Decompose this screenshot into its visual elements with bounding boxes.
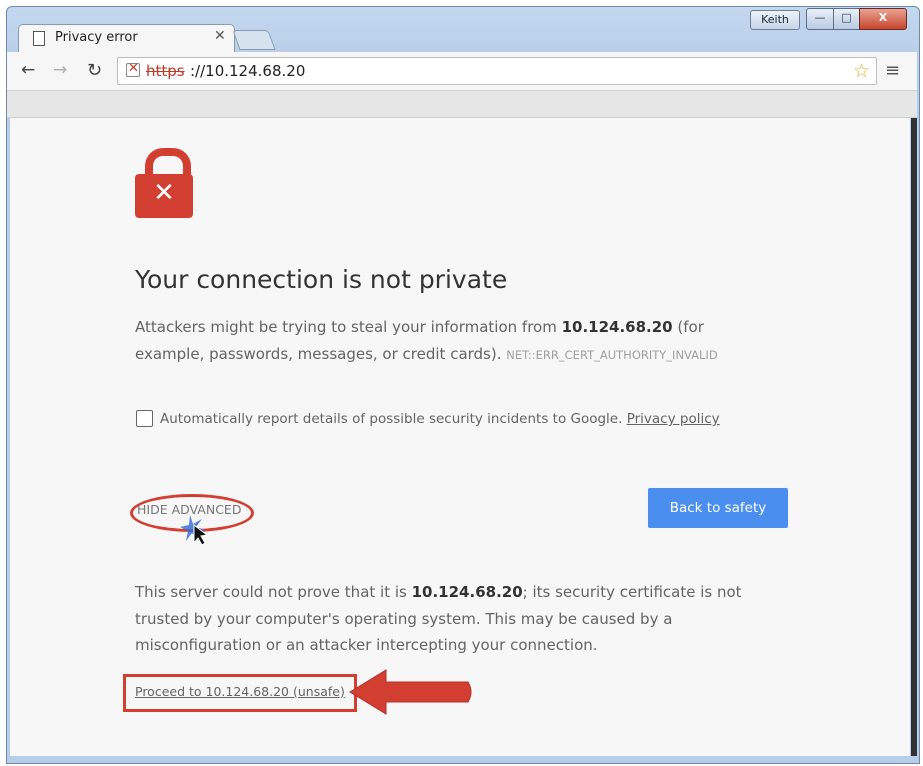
intro-paragraph: Attackers might be trying to steal your … (135, 314, 775, 369)
address-bar[interactable]: https ://10.124.68.20 (117, 57, 877, 85)
tab-close-icon[interactable]: ✕ (214, 28, 226, 44)
browser-toolbar: ← → ↻ https ://10.124.68.20 ☆ ≡ (7, 52, 917, 91)
tab-privacy-error[interactable]: Privacy error ✕ (18, 24, 235, 53)
page-content: ✕ Your connection is not private Attacke… (10, 118, 910, 756)
broken-lock-icon[interactable] (126, 61, 140, 77)
url-scheme: https (146, 62, 185, 80)
back-arrow-icon[interactable]: ← (21, 60, 35, 80)
detail-paragraph: This server could not prove that it is 1… (135, 579, 795, 659)
detail-host: 10.124.68.20 (411, 583, 523, 601)
report-checkbox-label: Automatically report details of possible… (160, 411, 720, 427)
forward-arrow-icon[interactable]: → (53, 60, 67, 80)
privacy-policy-link[interactable]: Privacy policy (627, 411, 720, 427)
reload-icon[interactable]: ↻ (87, 60, 102, 81)
annotation-arrow (349, 669, 472, 715)
intro-text-before: Attackers might be trying to steal your … (135, 318, 562, 336)
scrollbar[interactable] (911, 118, 917, 756)
bookmark-star-icon[interactable]: ☆ (853, 60, 870, 82)
url-host: ://10.124.68.20 (190, 62, 306, 80)
browser-window: Keith — □ X Privacy error ✕ ← → ↻ https … (0, 0, 923, 766)
proceed-unsafe-link[interactable]: Proceed to 10.124.68.20 (unsafe) (135, 684, 345, 699)
red-lock-icon: ✕ (135, 148, 193, 220)
page-icon (33, 31, 45, 46)
report-checkbox[interactable] (136, 410, 153, 427)
maximize-button[interactable]: □ (833, 8, 860, 30)
close-window-button[interactable]: X (859, 8, 907, 30)
back-to-safety-button[interactable]: Back to safety (648, 488, 788, 528)
tab-title: Privacy error (55, 30, 138, 45)
report-label-text: Automatically report details of possible… (160, 411, 627, 427)
page-title: Your connection is not private (135, 265, 508, 294)
intro-host: 10.124.68.20 (561, 318, 673, 336)
bookmarks-strip (7, 91, 917, 118)
menu-icon[interactable]: ≡ (885, 60, 900, 81)
click-cursor-icon (180, 515, 209, 546)
error-code: NET::ERR_CERT_AUTHORITY_INVALID (506, 348, 718, 362)
minimize-button[interactable]: — (806, 8, 834, 30)
detail-text-before: This server could not prove that it is (135, 583, 412, 601)
user-profile-badge[interactable]: Keith (750, 10, 800, 30)
new-tab-button[interactable] (232, 30, 276, 50)
